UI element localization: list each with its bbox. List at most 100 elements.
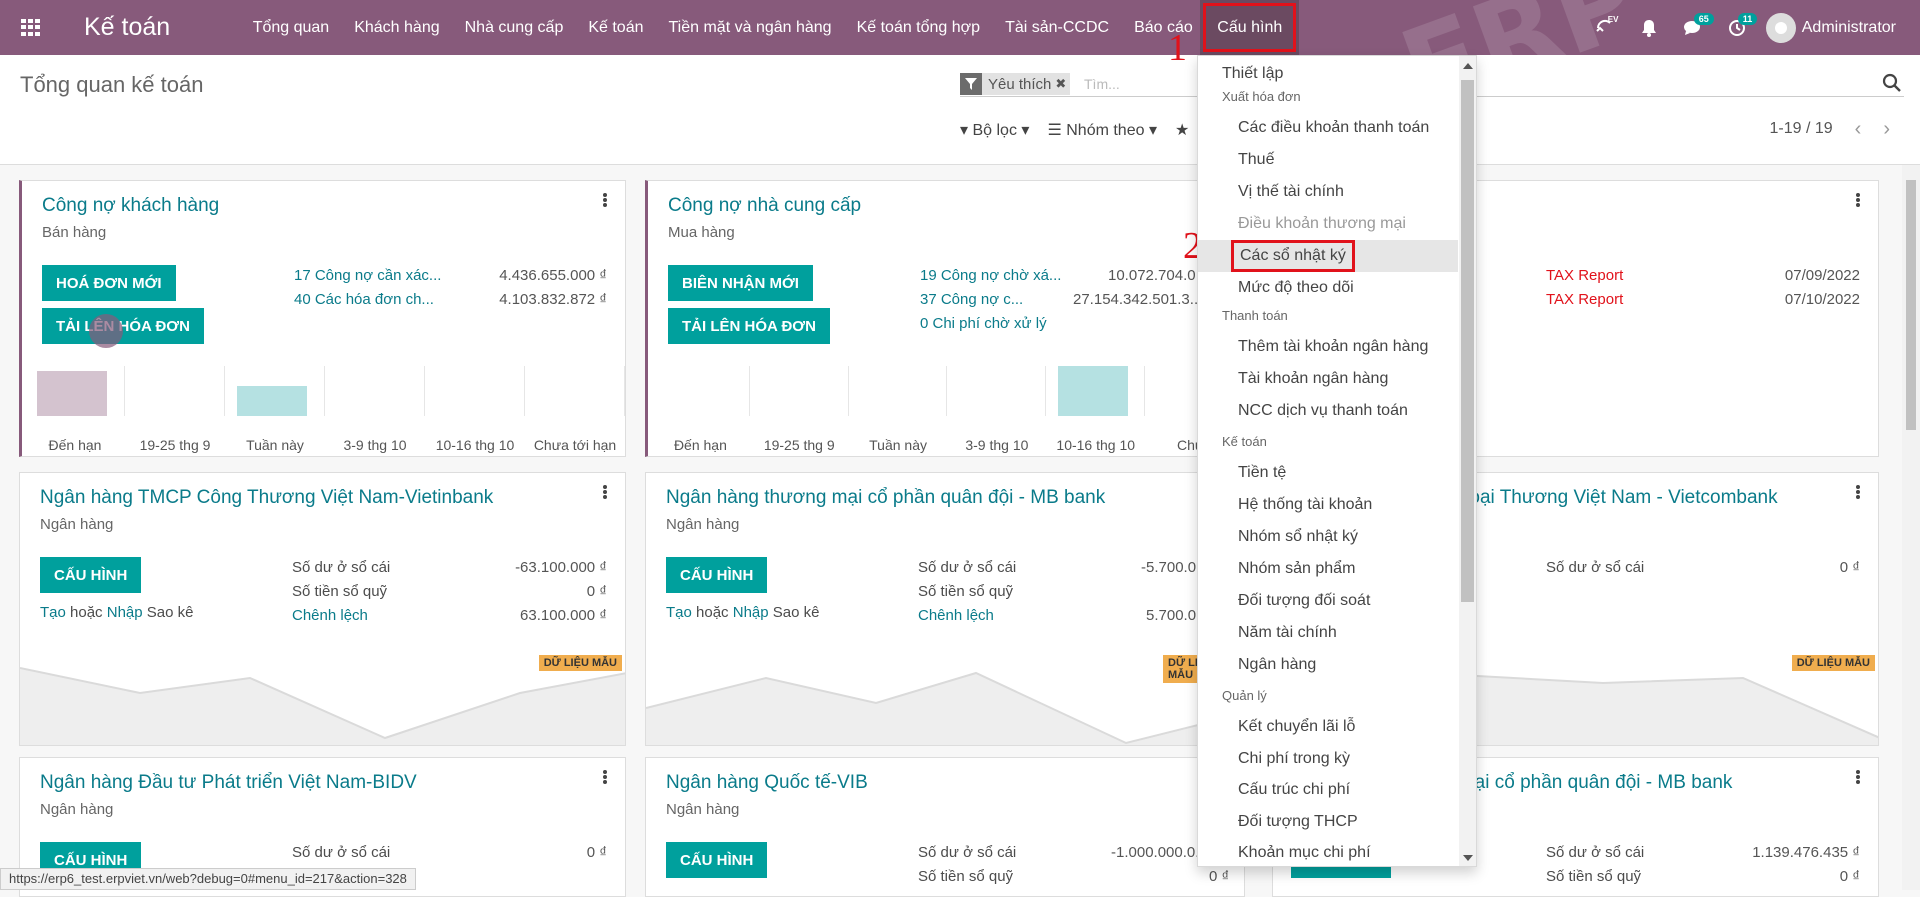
ledger-balance-amount: 0 ₫ bbox=[586, 844, 607, 861]
vendor-amount-1: 10.072.704.0... bbox=[1108, 267, 1209, 284]
create-link[interactable]: Tạo bbox=[40, 604, 66, 621]
menu-item-chart-of-accounts[interactable]: Hệ thống tài khoản bbox=[1198, 489, 1458, 521]
menu-item-fiscal-positions[interactable]: Vị thế tài chính bbox=[1198, 176, 1458, 208]
create-link[interactable]: Tạo bbox=[666, 604, 692, 621]
menu-item-add-bank-account[interactable]: Thêm tài khoản ngân hàng bbox=[1198, 331, 1458, 363]
search-facet[interactable]: Yêu thích ✖ bbox=[960, 73, 1071, 95]
pager-next-icon[interactable]: › bbox=[1883, 119, 1890, 139]
kebab-menu-icon[interactable] bbox=[603, 193, 607, 207]
difference-link[interactable]: Chênh lệch bbox=[292, 607, 368, 624]
activity-clock-icon[interactable]: 11 bbox=[1722, 12, 1758, 43]
vendor-row-2[interactable]: 37 Công nợ c... bbox=[920, 291, 1023, 308]
kebab-menu-icon[interactable] bbox=[603, 485, 607, 499]
card-title[interactable]: ...goại Thương Việt Nam - Vietcombank bbox=[1443, 487, 1778, 509]
card-title[interactable]: Ngân hàng Quốc tế-VIB bbox=[666, 772, 868, 794]
menu-item-banks[interactable]: Ngân hàng bbox=[1198, 649, 1458, 681]
card-title[interactable]: Ngân hàng Đầu tư Phát triển Việt Nam-BID… bbox=[40, 772, 417, 794]
chat-icon[interactable]: 65 bbox=[1678, 12, 1714, 43]
card-title[interactable]: Công nợ khách hàng bbox=[42, 195, 219, 217]
menu-item-incoterms[interactable]: Điều khoản thương mại bbox=[1198, 208, 1458, 240]
difference-amount: 63.100.000 ₫ bbox=[520, 607, 607, 624]
import-link[interactable]: Nhập bbox=[733, 604, 769, 621]
import-link[interactable]: Nhập bbox=[107, 604, 143, 621]
app-brand[interactable]: Kế toán bbox=[84, 13, 170, 42]
tax-report-link-2[interactable]: TAX Report bbox=[1546, 291, 1623, 308]
page-scrollbar[interactable] bbox=[1902, 165, 1920, 890]
menu-item-follow-up-levels[interactable]: Mức độ theo dõi bbox=[1198, 272, 1458, 304]
menu-item-fiscal-years[interactable]: Năm tài chính bbox=[1198, 617, 1458, 649]
dropdown-scrollbar[interactable] bbox=[1459, 56, 1476, 866]
menu-item-setup[interactable]: Thiết lập bbox=[1198, 58, 1458, 90]
chart-bar[interactable] bbox=[37, 371, 107, 416]
configure-button[interactable]: CẤU HÌNH bbox=[666, 842, 768, 878]
tax-report-link-1[interactable]: TAX Report bbox=[1546, 267, 1623, 284]
menu-item-payment-terms[interactable]: Các điều khoản thanh toán bbox=[1198, 112, 1458, 144]
scroll-thumb[interactable] bbox=[1461, 80, 1474, 602]
difference-link[interactable]: Chênh lệch bbox=[918, 607, 994, 624]
chart-bar[interactable] bbox=[1058, 366, 1129, 416]
pager-value[interactable]: 1-19 / 19 bbox=[1770, 120, 1833, 138]
favorites-star-icon[interactable]: ★ bbox=[1175, 120, 1189, 140]
menu-item-journals[interactable]: Các sổ nhật ký bbox=[1198, 240, 1458, 272]
menu-bao-cao[interactable]: Báo cáo bbox=[1122, 0, 1206, 55]
card-title[interactable]: ...mại cổ phần quân đội - MB bank bbox=[1443, 772, 1732, 794]
vendor-row-1[interactable]: 19 Công nợ chờ xá... bbox=[920, 267, 1061, 284]
pager-prev-icon[interactable]: ‹ bbox=[1855, 119, 1862, 139]
facet-remove-icon[interactable]: ✖ bbox=[1055, 76, 1070, 92]
menu-ke-toan[interactable]: Kế toán bbox=[576, 0, 656, 55]
user-avatar[interactable] bbox=[1765, 12, 1796, 43]
menu-nha-cung-cap[interactable]: Nhà cung cấp bbox=[452, 0, 576, 55]
ledger-balance-label: Số dư ở sổ cái bbox=[918, 844, 1017, 861]
configure-button[interactable]: CẤU HÌNH bbox=[40, 557, 142, 593]
card-title[interactable]: Ngân hàng TMCP Công Thương Việt Nam-Viet… bbox=[40, 487, 493, 509]
menu-tien-mat-ngan-hang[interactable]: Tiền mặt và ngân hàng bbox=[656, 0, 844, 55]
menu-khach-hang[interactable]: Khách hàng bbox=[342, 0, 452, 55]
menu-tai-san-ccdc[interactable]: Tài sản-CCDC bbox=[993, 0, 1122, 55]
menu-item-profit-loss-transfer[interactable]: Kết chuyển lãi lỗ bbox=[1198, 711, 1458, 743]
kebab-menu-icon[interactable] bbox=[1856, 485, 1860, 499]
card-title[interactable]: Ngân hàng thương mại cổ phần quân đội - … bbox=[666, 487, 1105, 509]
new-receipt-button[interactable]: BIÊN NHẬN MỚI bbox=[668, 265, 813, 301]
search-input[interactable]: Tìm... bbox=[1084, 76, 1120, 92]
menu-item-currencies[interactable]: Tiền tệ bbox=[1198, 457, 1458, 489]
systray: EV 65 11 Administrator bbox=[1590, 0, 1920, 55]
filter-dropdown[interactable]: ▾ Bộ lọc ▾ bbox=[960, 120, 1029, 140]
filter-funnel-icon bbox=[960, 73, 982, 95]
menu-tong-quan[interactable]: Tổng quan bbox=[240, 0, 342, 55]
scroll-up-icon[interactable] bbox=[1463, 63, 1473, 69]
new-invoice-button[interactable]: HOÁ ĐƠN MỚI bbox=[42, 265, 176, 301]
customer-row-1[interactable]: 17 Công nợ cần xác... bbox=[294, 267, 441, 284]
apps-menu-button[interactable] bbox=[0, 0, 62, 55]
scroll-down-icon[interactable] bbox=[1463, 855, 1473, 861]
menu-item-bank-accounts[interactable]: Tài khoản ngân hàng bbox=[1198, 363, 1458, 395]
configure-button[interactable]: CẤU HÌNH bbox=[666, 557, 768, 593]
chart-label: 10-16 thg 10 bbox=[1056, 437, 1136, 453]
menu-item-payment-acquirers[interactable]: NCC dịch vụ thanh toán bbox=[1198, 395, 1458, 427]
user-menu[interactable]: Administrator bbox=[1802, 19, 1896, 37]
groupby-dropdown[interactable]: ☰ Nhóm theo ▾ bbox=[1047, 120, 1157, 140]
menu-cau-hinh[interactable]: Cấu hình bbox=[1200, 0, 1300, 55]
vendor-row-3[interactable]: 0 Chi phí chờ xử lý bbox=[920, 315, 1047, 332]
kebab-menu-icon[interactable] bbox=[1856, 193, 1860, 207]
chart-bar[interactable] bbox=[237, 386, 307, 416]
ledger-balance-label: Số dư ở sổ cái bbox=[292, 844, 391, 861]
menu-item-period-expenses[interactable]: Chi phí trong kỳ bbox=[1198, 743, 1458, 775]
menu-ke-toan-tong-hop[interactable]: Kế toán tổng hợp bbox=[844, 0, 992, 55]
kebab-menu-icon[interactable] bbox=[603, 770, 607, 784]
upload-bill-button[interactable]: TẢI LÊN HÓA ĐƠN bbox=[668, 308, 830, 344]
upload-invoice-button[interactable]: TẢI LÊN HÓA ĐƠN bbox=[42, 308, 204, 344]
customer-row-2[interactable]: 40 Các hóa đơn ch... bbox=[294, 291, 434, 308]
menu-item-cost-items[interactable]: Khoản mục chi phí bbox=[1198, 837, 1458, 866]
menu-item-cost-objects[interactable]: Đối tượng THCP bbox=[1198, 806, 1458, 838]
language-switch-icon[interactable]: EV bbox=[1590, 13, 1620, 43]
menu-item-taxes[interactable]: Thuế bbox=[1198, 144, 1458, 176]
menu-item-reconciliation-models[interactable]: Đối tượng đối soát bbox=[1198, 585, 1458, 617]
bell-icon[interactable] bbox=[1634, 13, 1664, 43]
kebab-menu-icon[interactable] bbox=[1856, 770, 1860, 784]
search-icon[interactable] bbox=[1882, 73, 1904, 95]
card-vendor-bills: Công nợ nhà cung cấp Mua hàng BIÊN NHẬN … bbox=[645, 180, 1245, 457]
card-title[interactable]: Công nợ nhà cung cấp bbox=[668, 195, 861, 217]
menu-item-cost-structure[interactable]: Cấu trúc chi phí bbox=[1198, 774, 1458, 806]
menu-item-product-categories[interactable]: Nhóm sản phẩm bbox=[1198, 553, 1458, 585]
menu-item-journal-groups[interactable]: Nhóm sổ nhật ký bbox=[1198, 521, 1458, 553]
